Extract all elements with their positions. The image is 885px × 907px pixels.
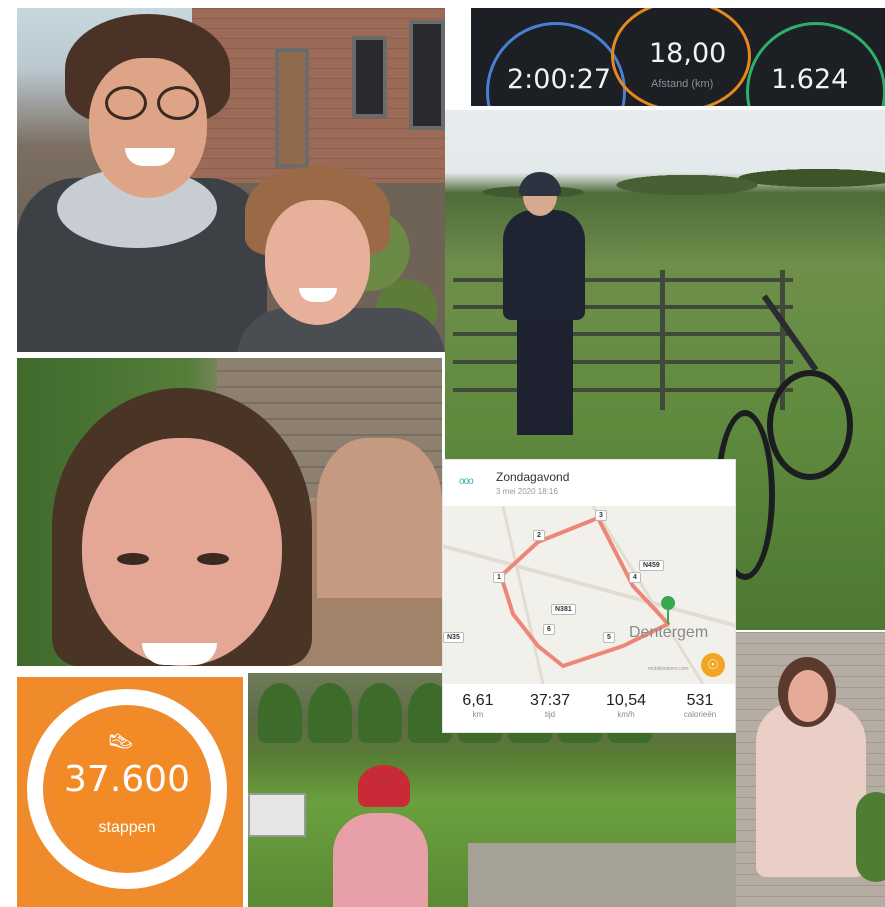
hedge-bush <box>308 683 352 743</box>
photo-woman-selfie <box>17 358 442 666</box>
woman-smile <box>142 643 217 665</box>
metric-unit: tijd <box>544 710 556 719</box>
road-label: N459 <box>639 560 664 571</box>
route-summary-card: ooo Zondagavond 3 mei 2020 18:16 1 2 3 4… <box>442 459 736 733</box>
bike-wheel <box>767 370 853 480</box>
km-marker: 2 <box>533 530 545 541</box>
route-date: 3 mei 2020 18:16 <box>496 487 558 496</box>
metric-value: 37:37 <box>529 692 571 709</box>
glasses-left <box>105 86 147 120</box>
hedge-bush <box>258 683 302 743</box>
gate-rail <box>453 388 793 392</box>
km-marker: 1 <box>493 572 505 583</box>
background-person-head <box>317 438 442 598</box>
route-map: 1 2 3 4 5 6 N381 N459 N35 Dentergem mobi… <box>443 506 735 684</box>
route-path <box>499 516 670 668</box>
metric-unit: calorieën <box>683 710 717 719</box>
metric-value: 10,54 <box>605 692 647 709</box>
woman-face <box>82 438 282 666</box>
person-legs <box>517 315 573 435</box>
metric-unit: km/h <box>617 710 635 719</box>
km-marker: 3 <box>595 510 607 521</box>
man-face <box>89 58 207 198</box>
app-logo-icon: ooo <box>459 476 474 487</box>
house-door <box>275 48 309 168</box>
metric-value: 531 <box>686 692 714 709</box>
workout-stats-bar: 2:00:27 18,00 Afstand (km) 1.624 <box>471 8 885 106</box>
bike-icon: ☉ <box>701 653 725 677</box>
metric-time: 37:37 tijd <box>515 692 585 719</box>
shrub <box>856 792 885 882</box>
route-title: Zondagavond <box>496 470 570 484</box>
person-jacket <box>503 210 585 320</box>
pink-coat <box>756 702 866 877</box>
town-label: Dentergem <box>629 624 709 641</box>
woman-face <box>788 670 828 722</box>
km-marker: 5 <box>603 632 615 643</box>
steps-count: 37.600 <box>64 759 190 800</box>
eye-left <box>117 553 149 565</box>
hedge-bush <box>358 683 402 743</box>
metric-speed: 10,54 km/h <box>591 692 661 719</box>
map-attribution: mobilesdemo.com <box>648 666 689 672</box>
photo-woman-with-bike <box>736 632 885 907</box>
km-marker: 6 <box>543 624 555 635</box>
metric-distance: 6,61 km <box>443 692 513 719</box>
glasses-right <box>157 86 199 120</box>
metric-value: 6,61 <box>462 692 494 709</box>
house-window <box>409 20 445 130</box>
gate-rail <box>453 360 793 364</box>
photo-couple-selfie <box>17 8 445 352</box>
shoe-icon: 👟︎ <box>107 729 135 754</box>
road-label: N381 <box>551 604 576 615</box>
child-on-bike <box>333 813 428 907</box>
road-label: N35 <box>443 632 464 643</box>
stat-duration: 2:00:27 <box>507 64 612 95</box>
route-map-svg <box>443 506 735 684</box>
steps-unit: stappen <box>98 819 156 836</box>
tree-line <box>445 150 885 220</box>
km-marker: 4 <box>629 572 641 583</box>
gate-rail <box>453 332 793 336</box>
steps-counter-tile: 👟︎ 37.600 stappen <box>17 677 243 907</box>
metric-unit: km <box>472 710 484 719</box>
metric-calories: 531 calorieën <box>665 692 735 719</box>
stat-distance-label: Afstand (km) <box>651 78 714 90</box>
child-helmet <box>358 765 410 807</box>
mailbox <box>248 793 306 837</box>
house-window <box>352 36 387 118</box>
eye-right <box>197 553 229 565</box>
woman-face <box>265 200 370 325</box>
stat-distance: 18,00 <box>649 38 727 69</box>
gate-post <box>660 270 665 410</box>
stat-calories: 1.624 <box>771 64 849 95</box>
